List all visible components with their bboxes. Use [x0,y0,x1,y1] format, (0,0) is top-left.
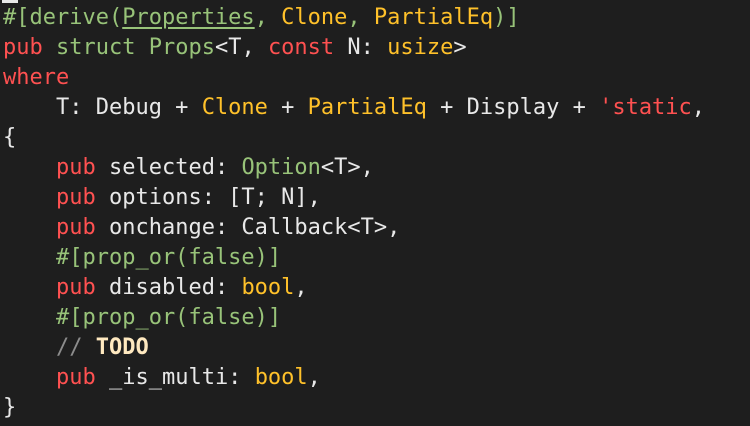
code-token: N: [334,35,388,60]
code-token: #[prop_or(false)] [3,305,282,330]
code-token: <T, [214,35,268,60]
code-token: , [347,5,374,30]
code-token: pub [55,155,96,180]
code-token: 'static [599,95,692,120]
code-line-12[interactable]: // TODO [3,333,705,363]
code-token: selected: [95,155,242,180]
code-token: Properties [122,5,255,30]
code-token: { [3,125,17,150]
code-token: #[derive( [3,5,123,30]
code-token: Props [148,35,215,60]
code-token: TODO [95,335,149,360]
code-token: + Display + [426,95,600,120]
code-token: pub [55,215,96,240]
code-line-7[interactable]: pub options: [T; N], [3,183,705,213]
code-line-4[interactable]: T: Debug + Clone + PartialEq + Display +… [3,93,705,123]
code-token: <T>, [320,155,374,180]
code-token: pub [3,35,43,60]
code-line-13[interactable]: pub _is_multi: bool, [3,363,705,393]
code-token: options: [T; N], [95,185,321,210]
code-line-3[interactable]: where [3,63,705,93]
code-line-5[interactable]: { [3,123,705,153]
code-line-10[interactable]: pub disabled: bool, [3,273,705,303]
code-line-2[interactable]: pub struct Props<T, const N: usize> [3,33,705,63]
code-token: , [254,5,282,30]
code-line-14[interactable]: } [3,393,705,423]
code-token: , [294,275,308,300]
code-token: , [691,95,706,120]
code-token: pub [55,275,96,300]
code-token: disabled: [95,275,242,300]
code-token: // [3,335,96,360]
code-token: PartialEq [373,5,494,30]
code-token: #[prop_or(false)] [3,245,282,270]
code-token: bool [241,275,295,300]
code-token: onchange: Callback<T>, [95,215,401,240]
code-token: _is_multi: [95,365,255,390]
code-token: Clone [201,95,268,120]
code-token: struct [42,35,149,60]
code-token: pub [55,365,96,390]
code-editor[interactable]: #[derive(Properties, Clone, PartialEq)] p… [0,0,750,426]
code-token: Clone [281,5,348,30]
code-token: PartialEq [307,95,427,120]
code-token: )] [493,5,520,30]
code-token: , [307,365,321,390]
code-token: T: Debug + [3,95,202,120]
code-line-9[interactable]: #[prop_or(false)] [3,243,705,273]
code-block[interactable]: #[derive(Properties, Clone, PartialEq)] p… [3,3,705,423]
code-token: } [3,395,17,420]
code-token: const [267,35,335,60]
code-line-6[interactable]: pub selected: Option<T>, [3,153,705,183]
code-token: > [453,35,467,60]
code-token: pub [55,185,96,210]
code-token: + [267,95,308,120]
code-token: bool [254,365,308,390]
code-line-8[interactable]: pub onchange: Callback<T>, [3,213,705,243]
code-line-1[interactable]: #[derive(Properties, Clone, PartialEq)] [3,3,705,33]
code-token: usize [387,35,454,60]
code-line-11[interactable]: #[prop_or(false)] [3,303,705,333]
code-token: where [3,65,70,90]
code-token: Option [241,155,321,180]
